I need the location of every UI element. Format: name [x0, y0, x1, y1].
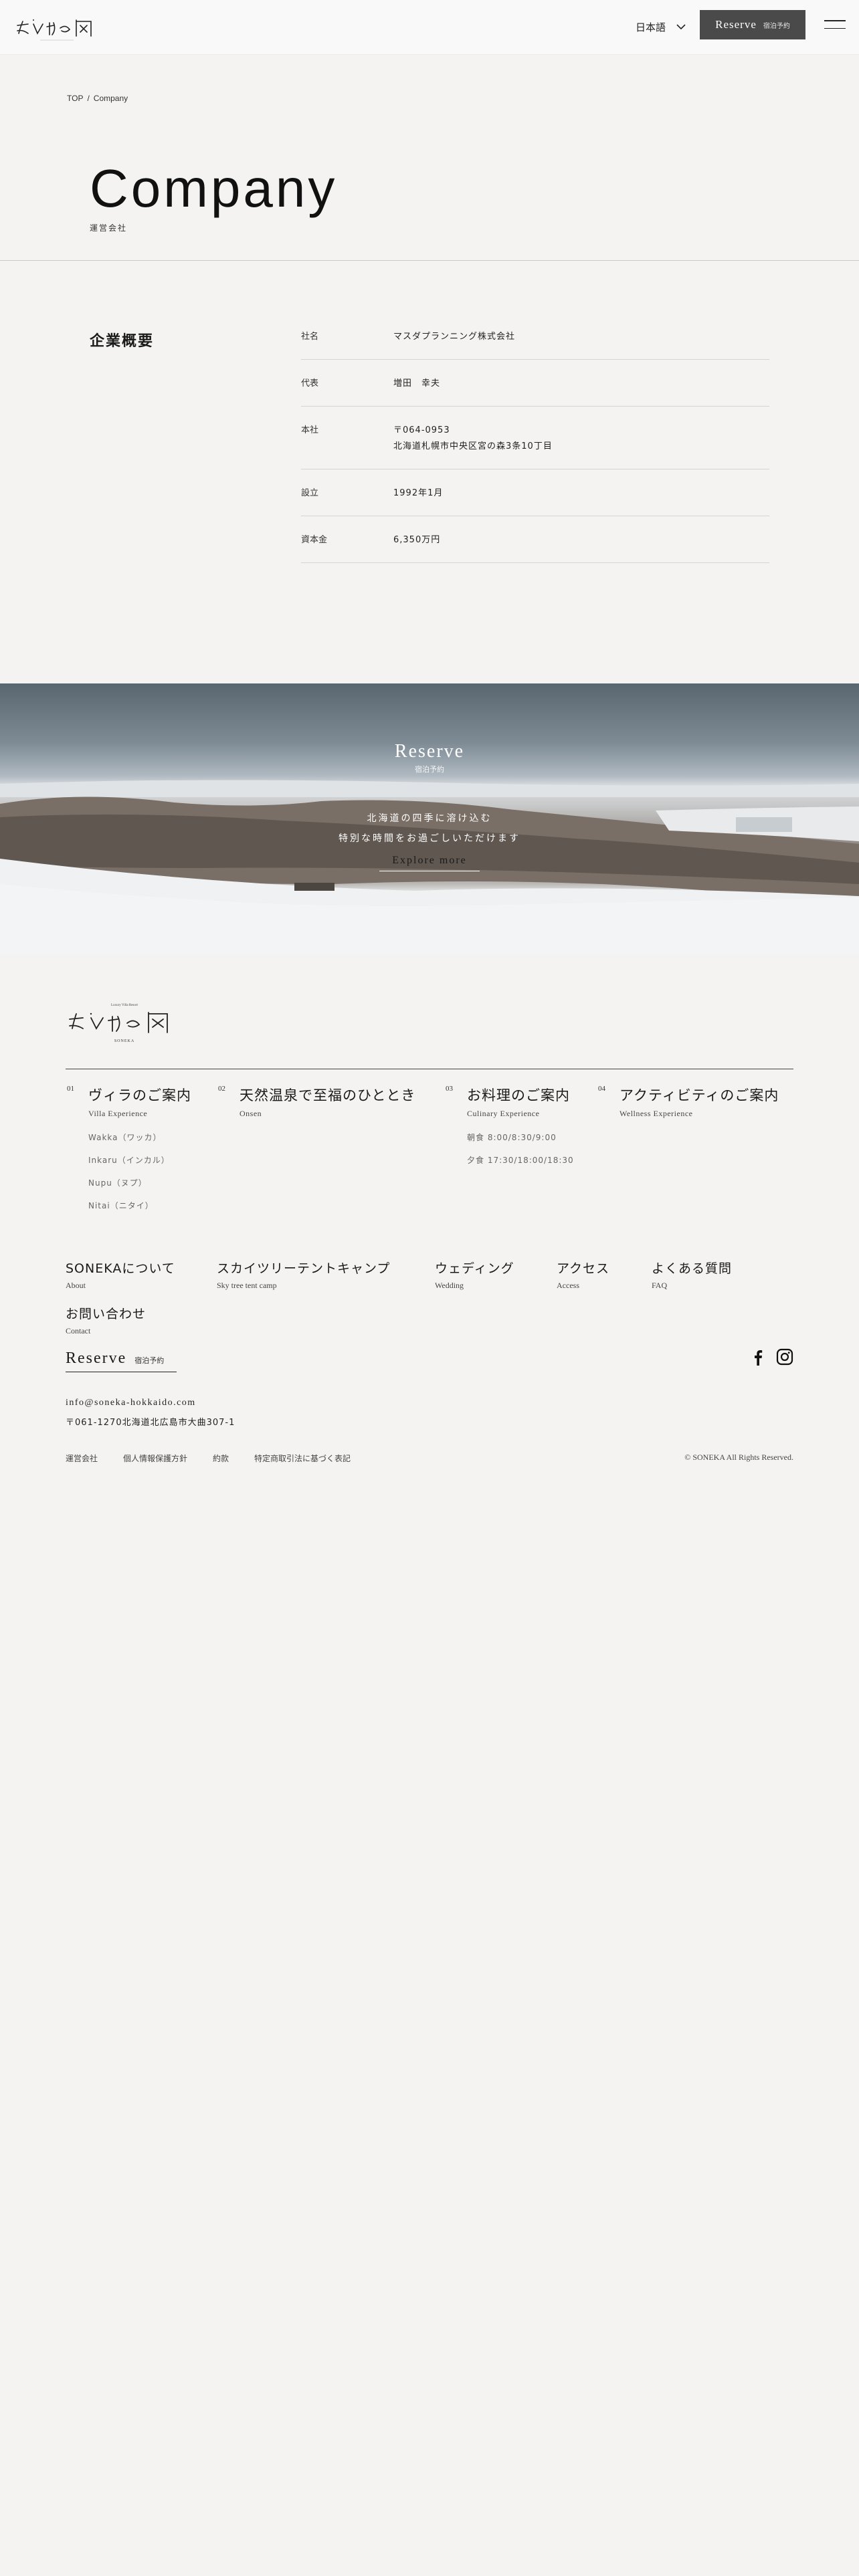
reserve-sub-label: 宿泊予約 — [763, 22, 790, 30]
column-en: Culinary Experience — [467, 1109, 540, 1118]
breadcrumb-separator: / — [87, 94, 90, 103]
column-en: Wellness Experience — [619, 1109, 693, 1118]
instagram-icon[interactable] — [776, 1348, 793, 1366]
footer-nav-access[interactable]: アクセス Access — [557, 1259, 609, 1291]
table-row: 設立 1992年1月 — [301, 469, 769, 516]
site-header: 日本語 Reserve 宿泊予約 — [0, 0, 859, 55]
banner-copy-line: 北海道の四季に溶け込む — [367, 813, 492, 823]
nav-title: よくある質問 — [652, 1261, 733, 1276]
reserve-button[interactable]: Reserve 宿泊予約 — [700, 10, 805, 39]
nav-en: About — [66, 1281, 86, 1290]
column-number: 02 — [218, 1085, 225, 1093]
facebook-icon[interactable] — [749, 1348, 767, 1366]
language-label: 日本語 — [636, 21, 666, 33]
company-overview-heading: 企業概要 — [90, 333, 155, 350]
footer-nav-faq[interactable]: よくある質問 FAQ — [652, 1259, 732, 1291]
copyright: © SONEKA All Rights Reserved. — [684, 1453, 793, 1462]
site-logo[interactable] — [13, 11, 100, 45]
table-row: 代表 増田 幸夫 — [301, 360, 769, 407]
footer-email-link[interactable]: info@soneka-hokkaido.com — [66, 1398, 196, 1408]
footer-nav-wedding[interactable]: ウェディング Wedding — [435, 1259, 514, 1291]
menu-icon[interactable] — [824, 20, 846, 31]
row-value: 1992年1月 — [384, 469, 769, 516]
legal-link-terms[interactable]: 約款 — [213, 1453, 229, 1464]
nav-en: Wedding — [435, 1281, 464, 1290]
footer-address: 〒061-1270北海道北広島市大曲307-1 — [66, 1418, 235, 1428]
footer-nav-tent-camp[interactable]: スカイツリーテントキャンプ Sky tree tent camp — [217, 1259, 390, 1291]
villa-link-nupu[interactable]: Nupu（ヌプ） — [88, 1177, 147, 1188]
footer-logo[interactable]: Luxury Villa Resort SONEKA — [66, 1000, 183, 1045]
breadcrumb: TOP / Company — [67, 94, 128, 103]
footer-nav-contact[interactable]: お問い合わせ Contact — [66, 1304, 146, 1336]
row-label: 代表 — [301, 360, 384, 407]
banner-copy-line: 特別な時間をお過ごしいただけます — [339, 833, 520, 843]
row-value: マスダプランニング株式会社 — [384, 313, 769, 360]
villa-link-inkaru[interactable]: Inkaru（インカル） — [88, 1154, 170, 1166]
footer-reserve-link[interactable]: Reserve 宿泊予約 — [66, 1350, 177, 1372]
banner-title: Reserve — [394, 741, 465, 762]
column-title-link[interactable]: お料理のご案内 — [467, 1085, 570, 1105]
row-label: 設立 — [301, 469, 384, 516]
postal-code: 〒064-0953 — [393, 425, 450, 435]
address: 北海道札幌市中央区宮の森3条10丁目 — [393, 441, 553, 451]
nav-en: Access — [557, 1281, 579, 1290]
reserve-banner: Reserve 宿泊予約 北海道の四季に溶け込む 特別な時間をお過ごしいただけま… — [0, 683, 859, 954]
logo-name: SONEKA — [114, 1039, 134, 1043]
column-number: 03 — [446, 1085, 453, 1093]
breadcrumb-home[interactable]: TOP — [67, 94, 83, 103]
nav-title: スカイツリーテントキャンプ — [217, 1261, 391, 1276]
column-title-link[interactable]: 天然温泉で至福のひととき — [240, 1085, 415, 1105]
chevron-down-icon — [676, 24, 686, 30]
column-en: Villa Experience — [88, 1109, 148, 1118]
soneka-logo-icon — [17, 19, 92, 41]
nav-en: Sky tree tent camp — [217, 1281, 277, 1290]
table-row: 資本金 6,350万円 — [301, 516, 769, 563]
dinner-times: 夕食 17:30/18:00/18:30 — [467, 1156, 574, 1165]
row-label: 社名 — [301, 313, 384, 360]
soneka-logo-icon: Luxury Villa Resort SONEKA — [69, 1004, 168, 1043]
nav-title: SONEKAについて — [66, 1261, 175, 1276]
column-en: Onsen — [240, 1109, 262, 1118]
row-value: 増田 幸夫 — [384, 360, 769, 407]
nav-en: Contact — [66, 1326, 91, 1335]
column-title-link[interactable]: ヴィラのご案内 — [88, 1085, 191, 1105]
nav-title: お問い合わせ — [66, 1307, 147, 1321]
page-title: Company — [90, 158, 338, 218]
language-selector[interactable]: 日本語 — [636, 17, 687, 36]
footer-nav-about[interactable]: SONEKAについて About — [66, 1259, 175, 1291]
table-row: 社名 マスダプランニング株式会社 — [301, 313, 769, 360]
nav-title: ウェディング — [435, 1261, 514, 1276]
explore-more-link[interactable]: Explore more — [379, 855, 480, 871]
banner-copy: 北海道の四季に溶け込む 特別な時間をお過ごしいただけます — [0, 808, 859, 848]
nav-en: FAQ — [652, 1281, 668, 1290]
banner-subtitle: 宿泊予約 — [415, 766, 444, 774]
divider — [0, 260, 859, 261]
column-number: 01 — [67, 1085, 74, 1093]
breadcrumb-current: Company — [93, 94, 128, 103]
reserve-sub-label: 宿泊予約 — [134, 1357, 165, 1365]
row-label: 資本金 — [301, 516, 384, 563]
row-label: 本社 — [301, 407, 384, 469]
column-number: 04 — [598, 1085, 605, 1093]
villa-link-wakka[interactable]: Wakka（ワッカ） — [88, 1132, 162, 1143]
page-subtitle: 運営会社 — [90, 223, 128, 233]
logo-tagline: Luxury Villa Resort — [111, 1004, 138, 1007]
column-title-link[interactable]: アクティビティのご案内 — [619, 1085, 779, 1105]
footer-legal-links: 運営会社 個人情報保護方針 約款 特定商取引法に基づく表記 — [66, 1453, 351, 1464]
table-row: 本社 〒064-0953 北海道札幌市中央区宮の森3条10丁目 — [301, 407, 769, 469]
reserve-label: Reserve — [715, 18, 757, 31]
legal-link-company[interactable]: 運営会社 — [66, 1453, 98, 1464]
company-info-table: 社名 マスダプランニング株式会社 代表 増田 幸夫 本社 〒064-0953 北… — [301, 313, 769, 563]
row-value: 〒064-0953 北海道札幌市中央区宮の森3条10丁目 — [384, 407, 769, 469]
breakfast-times: 朝食 8:00/8:30/9:00 — [467, 1133, 557, 1142]
legal-link-privacy[interactable]: 個人情報保護方針 — [123, 1453, 187, 1464]
nav-title: アクセス — [557, 1261, 610, 1276]
legal-link-commerce-act[interactable]: 特定商取引法に基づく表記 — [254, 1453, 351, 1464]
row-value: 6,350万円 — [384, 516, 769, 563]
reserve-label: Reserve — [66, 1350, 127, 1367]
villa-link-nitai[interactable]: Nitai（ニタイ） — [88, 1200, 154, 1211]
